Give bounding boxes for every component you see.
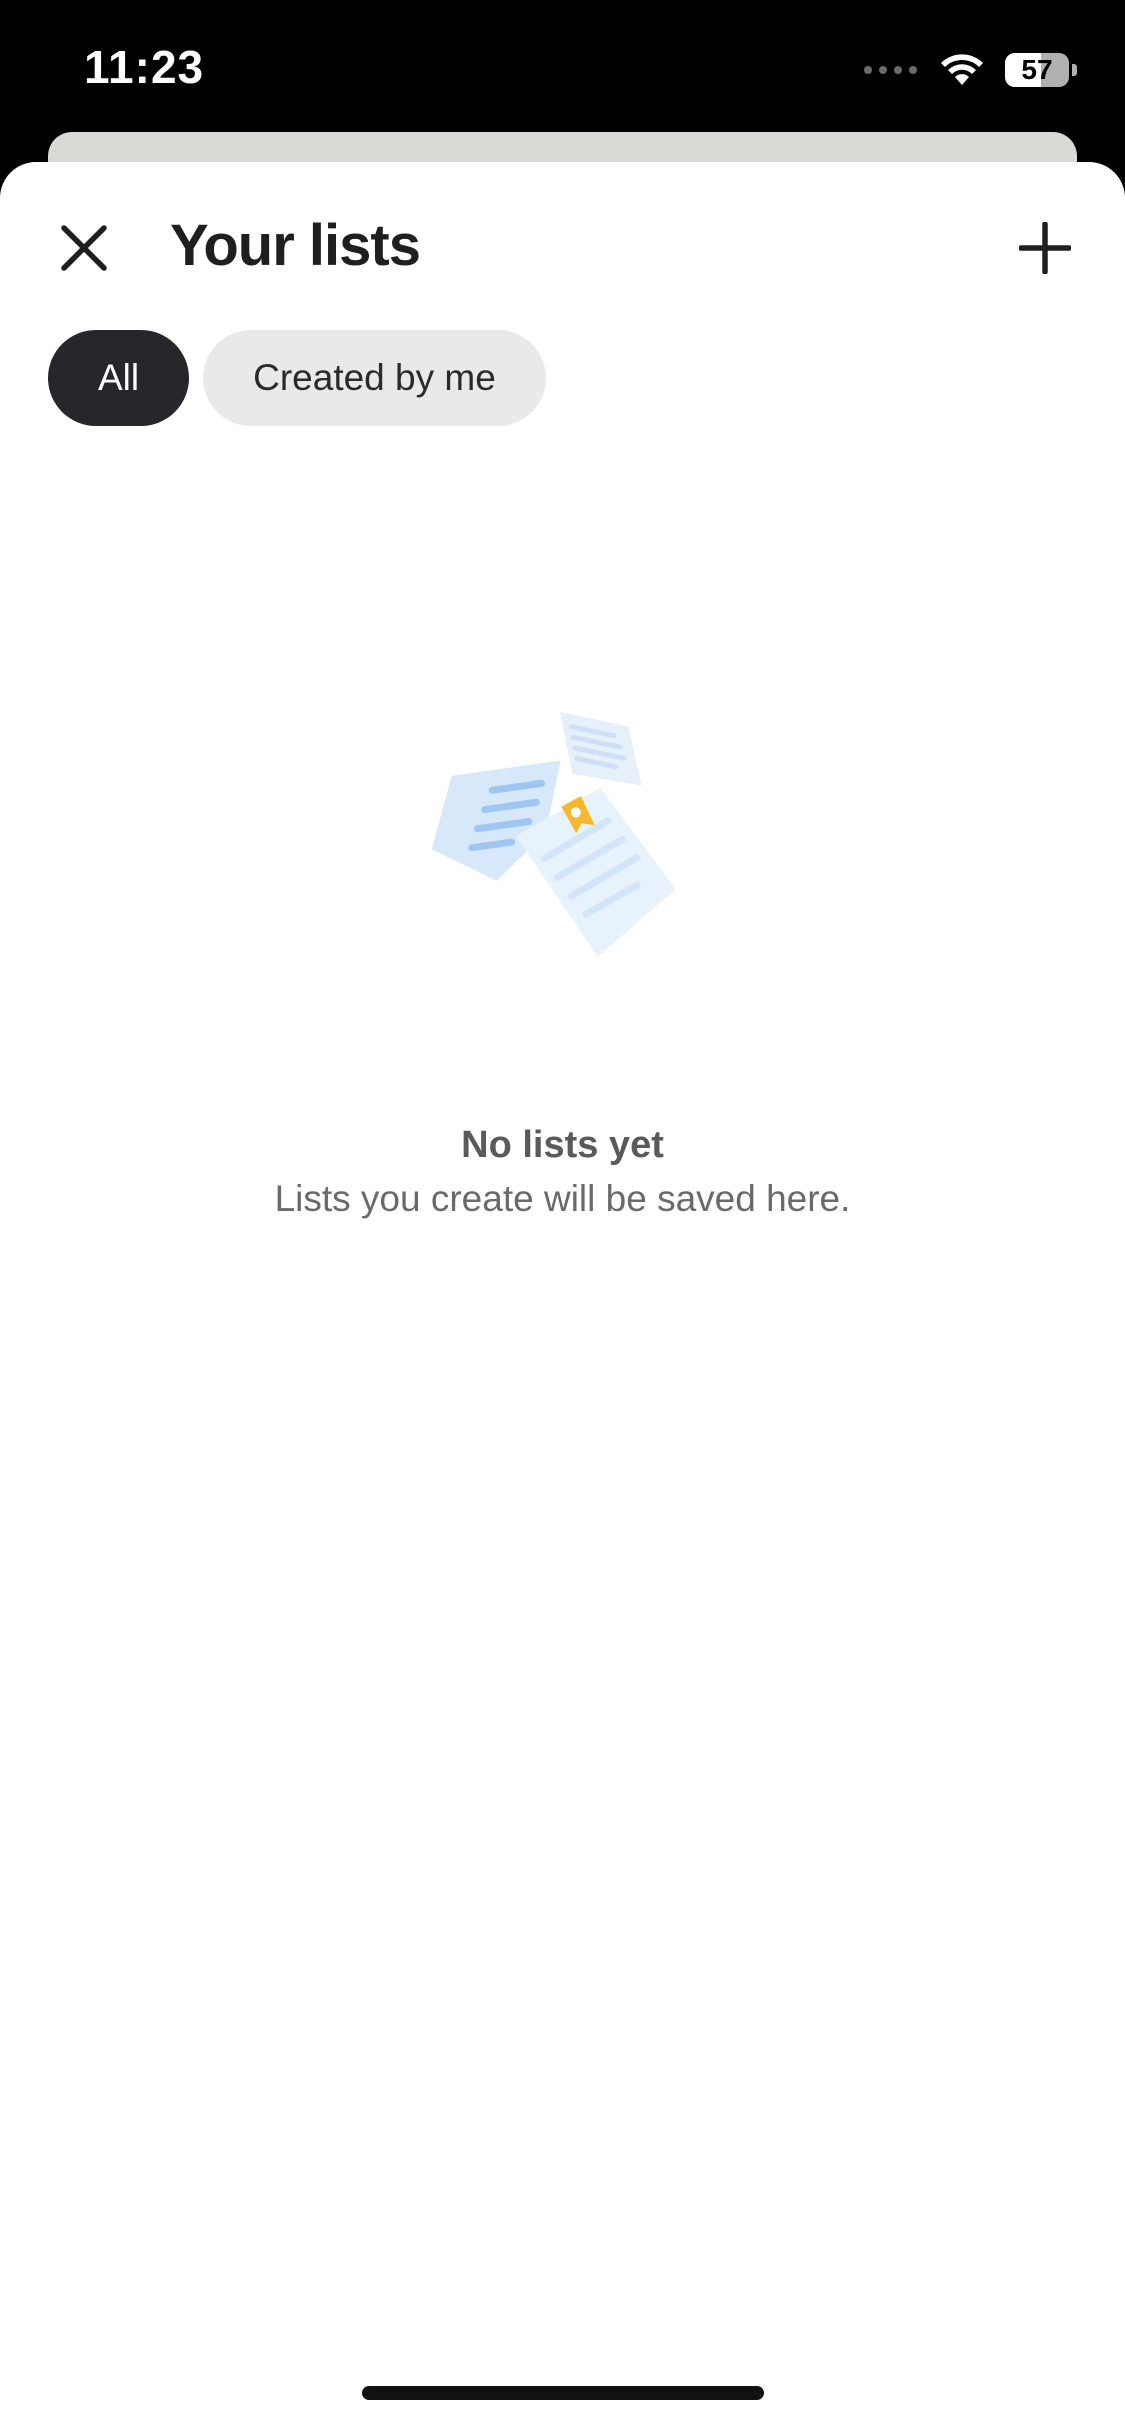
close-button[interactable] — [44, 208, 124, 288]
wifi-icon — [941, 54, 983, 85]
status-icons: 57 — [864, 48, 1077, 92]
filter-chips: All Created by me — [48, 330, 546, 426]
page-title: Your lists — [170, 213, 421, 278]
close-icon — [61, 225, 107, 271]
plus-icon — [1019, 222, 1071, 274]
home-indicator[interactable] — [362, 2386, 764, 2400]
battery-level: 57 — [1021, 54, 1053, 85]
cellular-signal-icon — [864, 66, 917, 74]
filter-chip-created-by-me[interactable]: Created by me — [203, 330, 546, 426]
sheet-header: Your lists — [0, 162, 1125, 332]
battery-icon: 57 — [1005, 53, 1069, 87]
empty-state-subtitle: Lists you create will be saved here. — [274, 1178, 851, 1219]
status-bar: 11:23 57 — [0, 0, 1125, 140]
status-time: 11:23 — [84, 41, 205, 93]
lists-sheet: Your lists All Created by me No lists ye… — [0, 162, 1125, 2436]
create-list-button[interactable] — [1005, 208, 1085, 288]
filter-chip-all[interactable]: All — [48, 330, 190, 426]
empty-state-title: No lists yet — [461, 1124, 664, 1166]
floating-lists-illustration — [431, 712, 676, 957]
